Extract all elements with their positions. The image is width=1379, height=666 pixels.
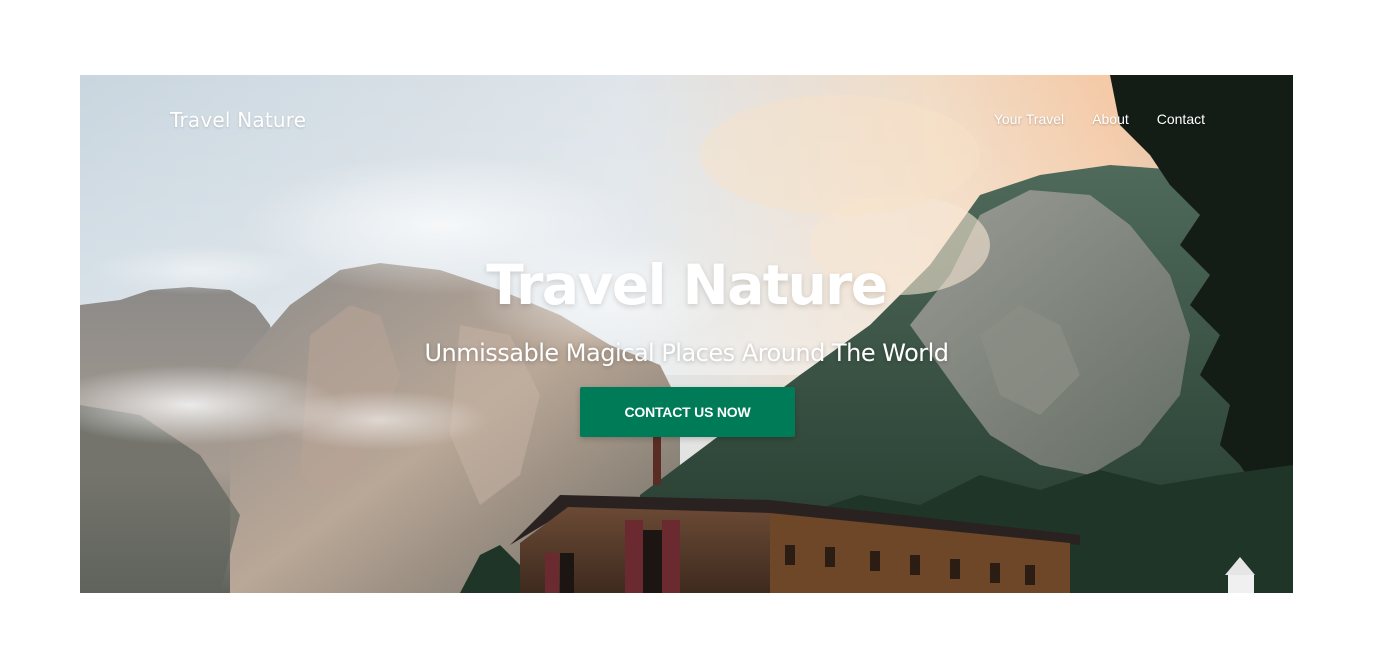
hero-subtitle: Unmissable Magical Places Around The Wor… [424,339,949,367]
main-nav: Your Travel About Contact [966,111,1205,127]
hero-section: Travel Nature Your Travel About Contact … [80,75,1293,593]
nav-item-contact[interactable]: Contact [1157,111,1205,127]
hero-title: Travel Nature [486,253,888,317]
hero-background-photo [80,75,1293,593]
brand-logo-link[interactable]: Travel Nature [170,108,306,132]
nav-item-about[interactable]: About [1092,111,1129,127]
nav-item-your-travel[interactable]: Your Travel [994,111,1064,127]
contact-us-button[interactable]: CONTACT US NOW [580,387,795,437]
